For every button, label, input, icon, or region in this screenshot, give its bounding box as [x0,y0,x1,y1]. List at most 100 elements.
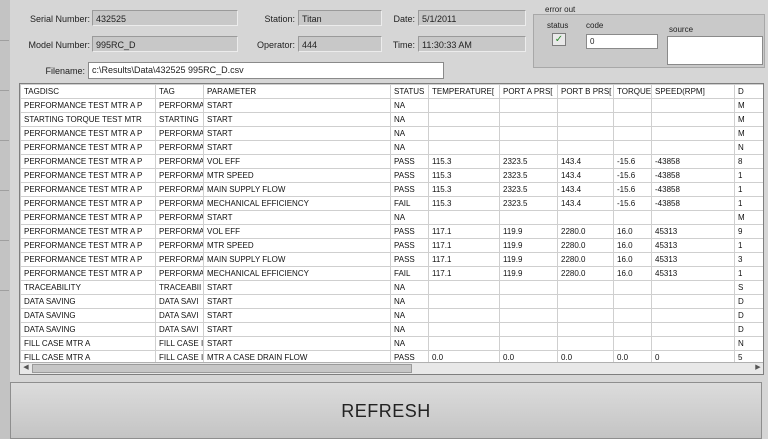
time-field: 11:30:33 AM [418,36,526,52]
table-cell: PERFORMA [155,266,204,281]
horizontal-scroll-thumb[interactable] [32,364,412,373]
table-cell: START [203,98,391,113]
edge-tick [0,40,9,41]
table-row[interactable]: PERFORMANCE TEST MTR A P PERFORMA START NA N [20,140,763,155]
table-cell [613,140,652,155]
table-cell: 1 [734,238,763,253]
table-row[interactable]: PERFORMANCE TEST MTR A P PERFORMA START NA M [20,210,763,225]
column-header: D [734,84,763,99]
table-cell: PERFORMA [155,140,204,155]
table-cell: 2323.5 [499,196,558,211]
table-row[interactable]: STARTING TORQUE TEST MTR STARTING START NA M [20,112,763,127]
table-cell [557,126,614,141]
table-cell: FILL CASE I [155,336,204,351]
table-cell: 115.3 [428,154,500,169]
scroll-left-arrow-icon[interactable]: ◀ [21,363,31,373]
table-cell: NA [390,308,429,323]
table-cell [613,112,652,127]
table-cell: 45313 [651,238,735,253]
table-row[interactable]: FILL CASE MTR A FILL CASE I START NA N [20,336,763,351]
table-row[interactable]: PERFORMANCE TEST MTR A P PERFORMA MAIN SUP… [20,252,763,267]
table-cell [651,322,735,337]
table-cell: PASS [390,238,429,253]
table-cell: START [203,210,391,225]
table-cell [613,294,652,309]
table-cell: 16.0 [613,238,652,253]
table-cell [499,336,558,351]
table-cell [557,322,614,337]
table-cell: PERFORMANCE TEST MTR A P [20,154,156,169]
table-cell: FAIL [390,196,429,211]
table-cell: NA [390,280,429,295]
code-field[interactable]: 0 [586,34,658,49]
source-field[interactable] [667,36,763,65]
table-cell [428,308,500,323]
table-cell [428,112,500,127]
table-row[interactable]: PERFORMANCE TEST MTR A P PERFORMA START NA M [20,98,763,113]
table-cell: PERFORMA [155,168,204,183]
table-row[interactable]: PERFORMANCE TEST MTR A P PERFORMA MTR SPEE… [20,238,763,253]
table-row[interactable]: PERFORMANCE TEST MTR A P PERFORMA MECHANIC… [20,196,763,211]
table-cell: 117.1 [428,238,500,253]
scroll-right-arrow-icon[interactable]: ▶ [753,363,763,373]
table-cell: NA [390,210,429,225]
table-cell: PERFORMA [155,182,204,197]
table-cell [613,98,652,113]
table-cell: PASS [390,224,429,239]
table-cell [651,112,735,127]
table-row[interactable]: DATA SAVING DATA SAVI START NA D [20,308,763,323]
table-cell [651,140,735,155]
table-cell: 117.1 [428,224,500,239]
table-row[interactable]: PERFORMANCE TEST MTR A P PERFORMA VOL EFF P… [20,224,763,239]
table-cell: 3 [734,252,763,267]
table-cell [428,210,500,225]
table-cell: PERFORMANCE TEST MTR A P [20,266,156,281]
table-cell [499,308,558,323]
filename-label: Filename: [45,66,85,76]
table-cell: PASS [390,252,429,267]
table-cell [557,98,614,113]
table-cell: START [203,280,391,295]
table-header-row: TAGDISC TAG PARAMETER STATUS TEMPERATURE[POR… [20,84,763,99]
date-label: Date: [393,14,415,24]
table-row[interactable]: DATA SAVING DATA SAVI START NA D [20,294,763,309]
table-cell [651,126,735,141]
table-cell: DATA SAVING [20,322,156,337]
table-cell: PERFORMANCE TEST MTR A P [20,126,156,141]
horizontal-scrollbar[interactable]: ◀ ▶ [20,362,763,374]
table-cell: START [203,308,391,323]
table-row[interactable]: PERFORMANCE TEST MTR A P PERFORMA MTR SPEE… [20,168,763,183]
table-cell: 2323.5 [499,154,558,169]
table-row[interactable]: PERFORMANCE TEST MTR A P PERFORMA VOL EFF P… [20,154,763,169]
table-cell: VOL EFF [203,224,391,239]
refresh-button[interactable]: REFRESH [10,382,762,439]
time-label: Time: [392,40,415,50]
table-row[interactable]: TRACEABILITY TRACEABII START NA S [20,280,763,295]
table-cell [613,322,652,337]
table-row[interactable]: PERFORMANCE TEST MTR A P PERFORMA MECHANIC… [20,266,763,281]
results-table: TAGDISC TAG PARAMETER STATUS TEMPERATURE[POR… [20,84,763,365]
table-row[interactable]: PERFORMANCE TEST MTR A P PERFORMA MAIN SUP… [20,182,763,197]
table-cell: PERFORMANCE TEST MTR A P [20,252,156,267]
table-cell [557,308,614,323]
table-cell: 119.9 [499,252,558,267]
table-row[interactable]: PERFORMANCE TEST MTR A P PERFORMA START NA M [20,126,763,141]
table-cell: START [203,294,391,309]
table-cell: -43858 [651,168,735,183]
table-cell [557,336,614,351]
table-cell: PERFORMANCE TEST MTR A P [20,210,156,225]
table-cell: TRACEABILITY [20,280,156,295]
table-cell: 119.9 [499,238,558,253]
error-out-title: error out [545,5,576,14]
table-cell [651,336,735,351]
edge-tick [0,140,9,141]
table-cell: PERFORMA [155,210,204,225]
model-number-label: Model Number: [28,40,90,50]
table-cell: N [734,140,763,155]
table-cell: 45313 [651,266,735,281]
table-cell: NA [390,322,429,337]
table-row[interactable]: DATA SAVING DATA SAVI START NA D [20,322,763,337]
filename-field[interactable]: c:\Results\Data\432525 995RC_D.csv [88,62,444,79]
table-cell: -15.6 [613,196,652,211]
table-cell: 115.3 [428,196,500,211]
